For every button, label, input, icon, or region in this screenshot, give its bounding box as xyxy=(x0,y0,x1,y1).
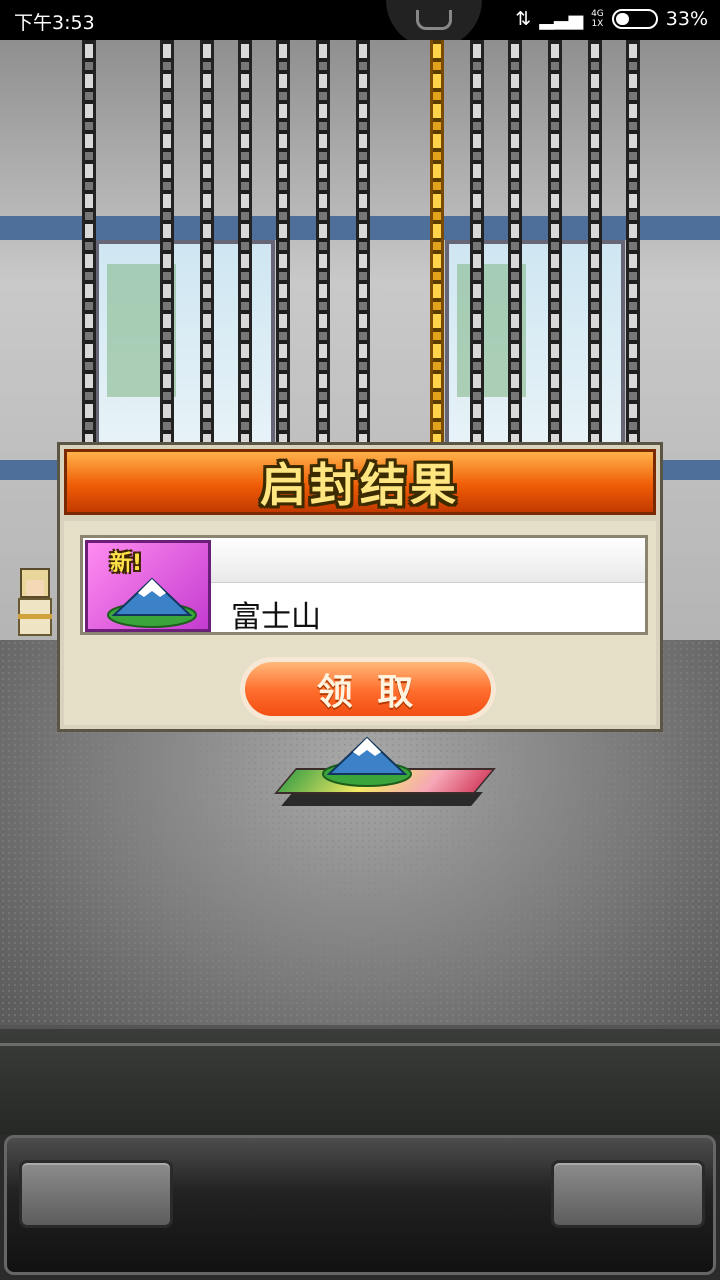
battery-icon xyxy=(611,9,658,29)
dialog-title: 启封结果 xyxy=(260,458,460,512)
item-icon-frame: 新! xyxy=(85,540,211,632)
bottom-control-bar xyxy=(4,1135,716,1275)
claim-button[interactable]: 领 取 xyxy=(240,657,496,721)
dialog-header: 启封结果 xyxy=(64,449,656,515)
bottom-right-button[interactable] xyxy=(551,1160,705,1228)
network-type: 4G 1X xyxy=(591,9,604,29)
battery-percent: 33% xyxy=(665,8,708,30)
gold-chain xyxy=(430,40,444,460)
data-transfer-icon: ⇅ xyxy=(515,8,532,30)
signal-icon: ▂▃▅ xyxy=(539,8,584,30)
unseal-result-dialog: 启封结果 新! 富士山 领 取 xyxy=(57,442,663,732)
result-item: 新! 富士山 xyxy=(80,535,648,635)
bottom-left-button[interactable] xyxy=(19,1160,173,1228)
character-sprite xyxy=(14,568,56,644)
status-bar: 下午3:53 ⇅ ▂▃▅ 4G 1X 33% xyxy=(0,0,720,48)
mount-fuji-icon xyxy=(107,577,197,628)
dialog-body: 新! 富士山 领 取 xyxy=(64,521,656,725)
lower-ledge xyxy=(0,1025,720,1135)
mount-fuji-icon xyxy=(322,736,412,787)
item-pedestal xyxy=(255,736,496,828)
status-indicators: ⇅ ▂▃▅ 4G 1X 33% xyxy=(515,8,708,30)
status-time: 下午3:53 xyxy=(14,12,95,34)
item-name: 富士山 xyxy=(231,600,321,635)
claim-button-label: 领 取 xyxy=(316,672,420,713)
